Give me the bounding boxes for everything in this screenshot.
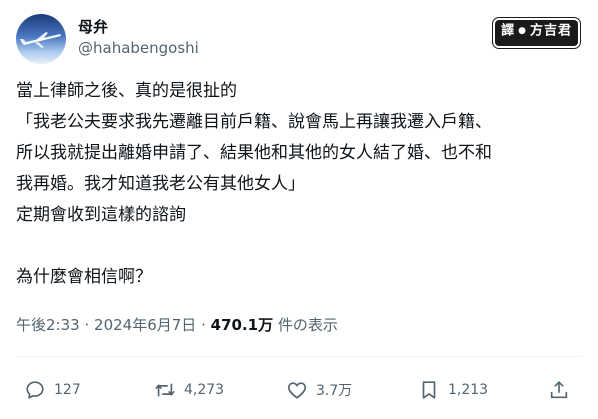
watermark-separator: ●: [518, 26, 527, 36]
post-line: 所以我就提出離婚申請了、結果他和其他的女人結了婚、也不和: [16, 143, 492, 163]
meta-separator: ·: [84, 316, 90, 334]
display-name[interactable]: 母弁: [78, 16, 108, 37]
bookmark-button[interactable]: 1,213: [418, 374, 488, 406]
repost-icon: [155, 383, 175, 397]
translator-watermark: 譯 ● 方吉君: [495, 20, 578, 46]
post-line: 定期會收到這樣的諮詢: [16, 205, 186, 225]
bookmark-icon: [422, 381, 436, 399]
post-line: [16, 231, 582, 262]
reply-icon: [26, 381, 44, 399]
like-count: 3.7万: [316, 383, 353, 399]
post-text: 當上律師之後、真的是很扯的 「我老公夫要求我先遷離目前戶籍、說會馬上再讓我遷入戶…: [16, 76, 582, 293]
meta-separator: ·: [201, 316, 206, 334]
repost-count: 4,273: [184, 382, 225, 398]
divider: [16, 356, 582, 357]
user-handle[interactable]: @hahabengoshi: [78, 39, 199, 57]
views-label: 件の表示: [277, 316, 338, 334]
post-meta: 午後2:33 · 2024年6月7日 · 470.1万 件の表示: [16, 314, 338, 335]
share-button[interactable]: [548, 374, 578, 406]
post-line: 我再婚。我才知道我老公有其他女人」: [16, 174, 305, 194]
watermark-part2: 方吉君: [529, 23, 572, 39]
airplane-icon: [20, 32, 61, 48]
share-icon: [550, 381, 568, 399]
heart-icon: [287, 382, 307, 399]
post-header: 母弁 @hahabengoshi 譯 ● 方吉君: [16, 14, 582, 64]
reply-button[interactable]: 127: [24, 374, 81, 406]
bookmark-count: 1,213: [448, 382, 489, 398]
views-count[interactable]: 470.1万: [211, 316, 273, 334]
avatar[interactable]: [16, 14, 66, 64]
watermark-part1: 譯: [501, 23, 516, 39]
post-line: 為什麼會相信啊？: [16, 267, 152, 287]
like-button[interactable]: 3.7万: [286, 374, 352, 406]
post-line: 當上律師之後、真的是很扯的: [16, 81, 237, 101]
post-line: 「我老公夫要求我先遷離目前戶籍、說會馬上再讓我遷入戶籍、: [16, 112, 492, 132]
repost-button[interactable]: 4,273: [154, 374, 224, 406]
reply-count: 127: [54, 382, 81, 398]
action-bar: 127 4,273 3.7万 1,213: [16, 374, 582, 406]
post-date[interactable]: 2024年6月7日: [94, 316, 196, 334]
post-time[interactable]: 午後2:33: [16, 316, 80, 334]
